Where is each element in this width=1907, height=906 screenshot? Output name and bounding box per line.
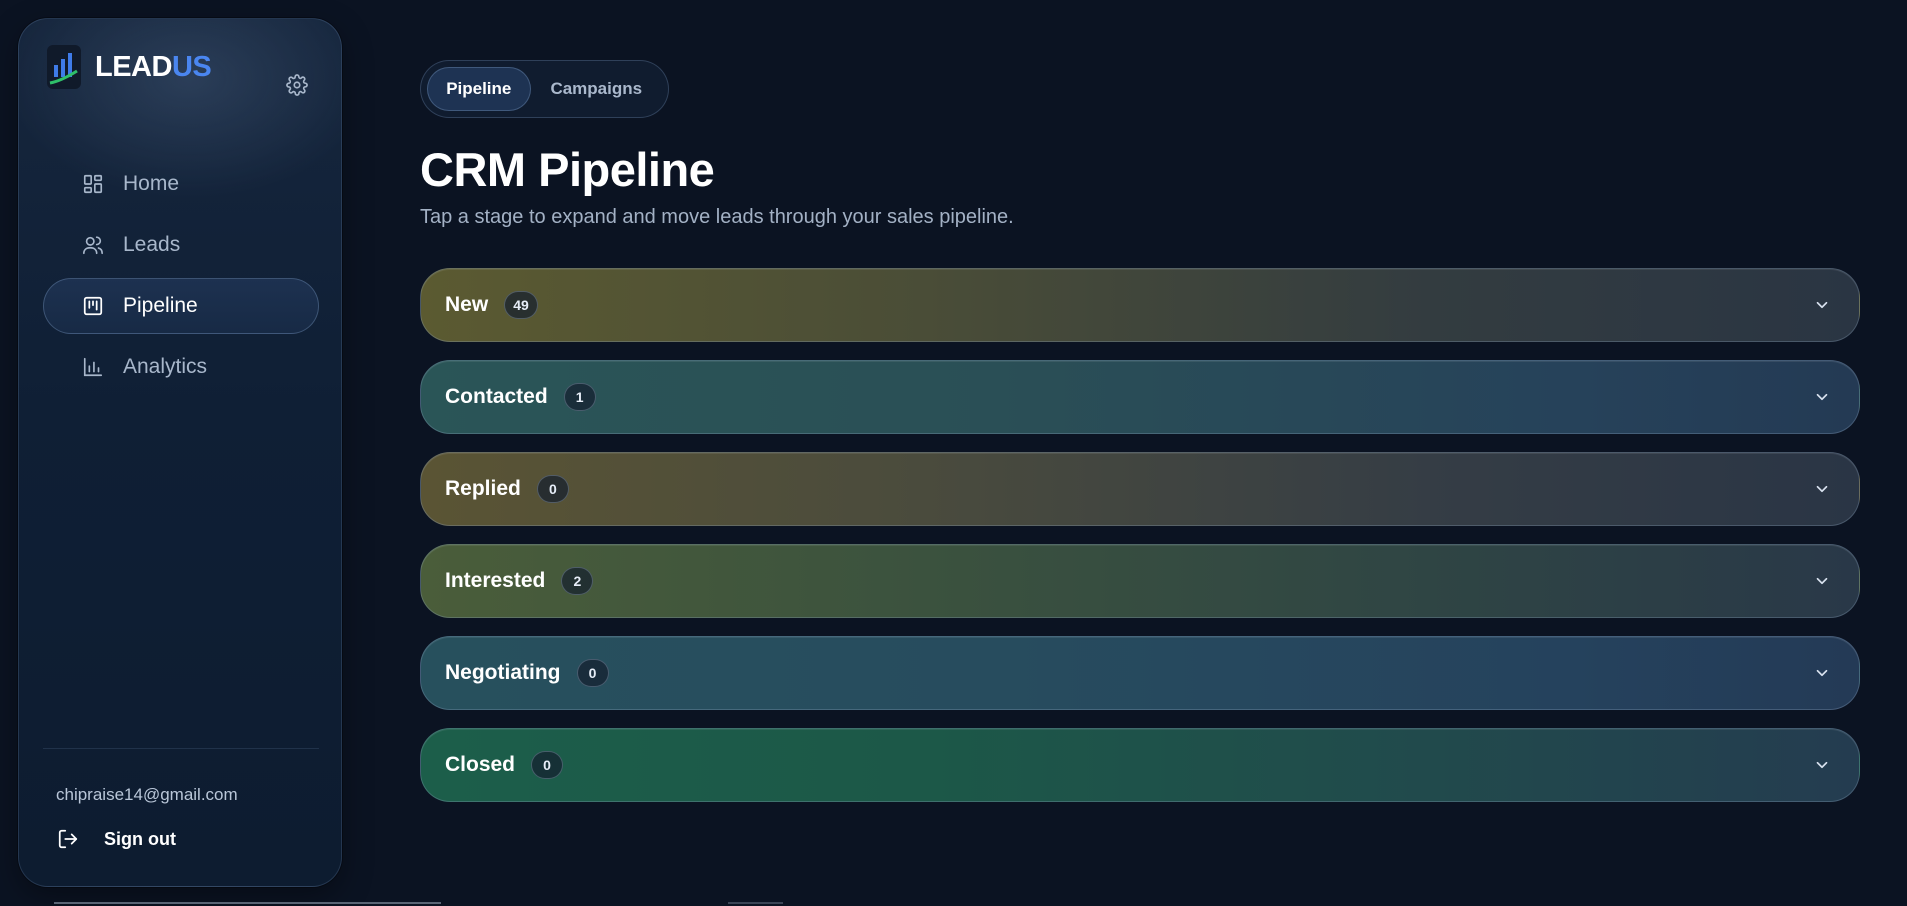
- stage-label: Closed: [445, 753, 516, 776]
- stage-negotiating[interactable]: Negotiating 0: [420, 636, 1860, 710]
- stage-count-badge: 1: [563, 383, 596, 411]
- brand-name: LEADUS: [95, 50, 212, 84]
- logout-icon: [56, 827, 80, 851]
- brand[interactable]: LEADUS: [47, 45, 212, 89]
- bar-chart-logo-icon: [47, 45, 81, 89]
- brand-name-part1: LEAD: [95, 50, 172, 83]
- chevron-down-icon[interactable]: [1811, 662, 1833, 684]
- view-toggle: Pipeline Campaigns: [420, 60, 669, 118]
- sidebar-item-label: Pipeline: [123, 294, 198, 317]
- sidebar-item-label: Leads: [123, 233, 181, 256]
- user-email: chipraise14@gmail.com: [56, 785, 238, 804]
- sidebar-item-home[interactable]: Home: [43, 156, 319, 212]
- stage-label: New: [445, 293, 489, 316]
- sidebar-item-label: Analytics: [123, 355, 208, 378]
- stage-closed[interactable]: Closed 0: [420, 728, 1860, 802]
- sidebar-divider: [43, 748, 319, 749]
- settings-button[interactable]: [283, 71, 311, 99]
- stage-label: Negotiating: [445, 661, 561, 684]
- sidebar-item-label: Home: [123, 172, 180, 195]
- sidebar-item-pipeline[interactable]: Pipeline: [43, 278, 319, 334]
- grid-icon: [81, 172, 105, 196]
- sign-out-button[interactable]: Sign out: [56, 827, 176, 851]
- chevron-down-icon[interactable]: [1811, 478, 1833, 500]
- sidebar-item-analytics[interactable]: Analytics: [43, 339, 319, 395]
- sidebar-item-leads[interactable]: Leads: [43, 217, 319, 273]
- chevron-down-icon[interactable]: [1811, 570, 1833, 592]
- chevron-down-icon[interactable]: [1811, 294, 1833, 316]
- gear-icon: [286, 74, 308, 96]
- stage-label: Interested: [445, 569, 546, 592]
- chevron-down-icon[interactable]: [1811, 386, 1833, 408]
- bar-chart-icon: [81, 355, 105, 379]
- stage-count-badge: 2: [561, 567, 594, 595]
- stage-count-badge: 0: [536, 475, 569, 503]
- stage-label: Replied: [445, 477, 521, 500]
- tab-pipeline[interactable]: Pipeline: [427, 67, 531, 111]
- stage-interested[interactable]: Interested 2: [420, 544, 1860, 618]
- page-subtitle: Tap a stage to expand and move leads thr…: [420, 206, 1014, 228]
- stage-count-badge: 0: [531, 751, 564, 779]
- users-icon: [81, 233, 105, 257]
- stage-label: Contacted: [445, 385, 548, 408]
- chevron-down-icon[interactable]: [1811, 754, 1833, 776]
- sidebar: LEADUS Home Leads Pipeline Analytics chi…: [18, 18, 342, 887]
- stage-new[interactable]: New 49: [420, 268, 1860, 342]
- page-title: CRM Pipeline: [420, 143, 715, 196]
- horizontal-scrollbar-thumb[interactable]: [54, 902, 441, 904]
- sign-out-label: Sign out: [104, 828, 176, 849]
- stage-contacted[interactable]: Contacted 1: [420, 360, 1860, 434]
- pipeline-stages: New 49 Contacted 1 Replied 0 Interested …: [420, 268, 1860, 820]
- tab-campaigns[interactable]: Campaigns: [531, 67, 662, 111]
- stage-count-badge: 49: [504, 291, 538, 319]
- stage-replied[interactable]: Replied 0: [420, 452, 1860, 526]
- horizontal-scrollbar-track[interactable]: [728, 902, 783, 904]
- sidebar-nav: Home Leads Pipeline Analytics: [43, 156, 319, 400]
- stage-count-badge: 0: [576, 659, 609, 687]
- brand-name-part2: US: [171, 50, 212, 83]
- kanban-icon: [81, 294, 105, 318]
